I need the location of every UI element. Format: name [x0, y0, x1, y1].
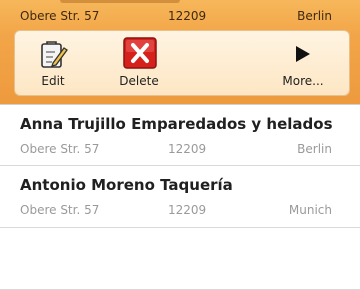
- more-label: More...: [282, 74, 324, 88]
- list-item-zip: 12209: [168, 142, 207, 156]
- item-action-bar: Edit Delete More...: [14, 30, 350, 96]
- delete-icon: [123, 37, 157, 69]
- more-button[interactable]: More...: [271, 31, 335, 95]
- edit-icon: [41, 41, 68, 68]
- list-item-city: Munich: [288, 203, 332, 217]
- play-arrow-icon: [296, 46, 310, 62]
- selected-item-details: Obere Str. 57 12209 Berlin: [0, 0, 360, 30]
- delete-label: Delete: [119, 74, 159, 88]
- list-item-city: Berlin: [297, 142, 332, 156]
- list-item[interactable]: [0, 228, 360, 290]
- selected-item-city: Berlin: [297, 9, 332, 23]
- list-item-zip: 12209: [168, 203, 207, 217]
- list-item-address: Obere Str. 57: [20, 203, 100, 217]
- edit-label: Edit: [41, 74, 65, 88]
- list-item[interactable]: Antonio Moreno Taquería Obere Str. 57 12…: [0, 166, 360, 228]
- selected-item-zip: 12209: [168, 9, 207, 23]
- list-item-title: Antonio Moreno Taquería: [20, 176, 233, 194]
- edit-button[interactable]: Edit: [29, 31, 77, 95]
- selected-item-address: Obere Str. 57: [20, 9, 100, 23]
- selected-list-item[interactable]: Obere Str. 57 12209 Berlin Edit Delete M…: [0, 0, 360, 104]
- list-item-title: Anna Trujillo Emparedados y helados: [20, 115, 333, 133]
- list-item-address: Obere Str. 57: [20, 142, 100, 156]
- delete-button[interactable]: Delete: [109, 31, 169, 95]
- list-item[interactable]: Anna Trujillo Emparedados y helados Ober…: [0, 104, 360, 166]
